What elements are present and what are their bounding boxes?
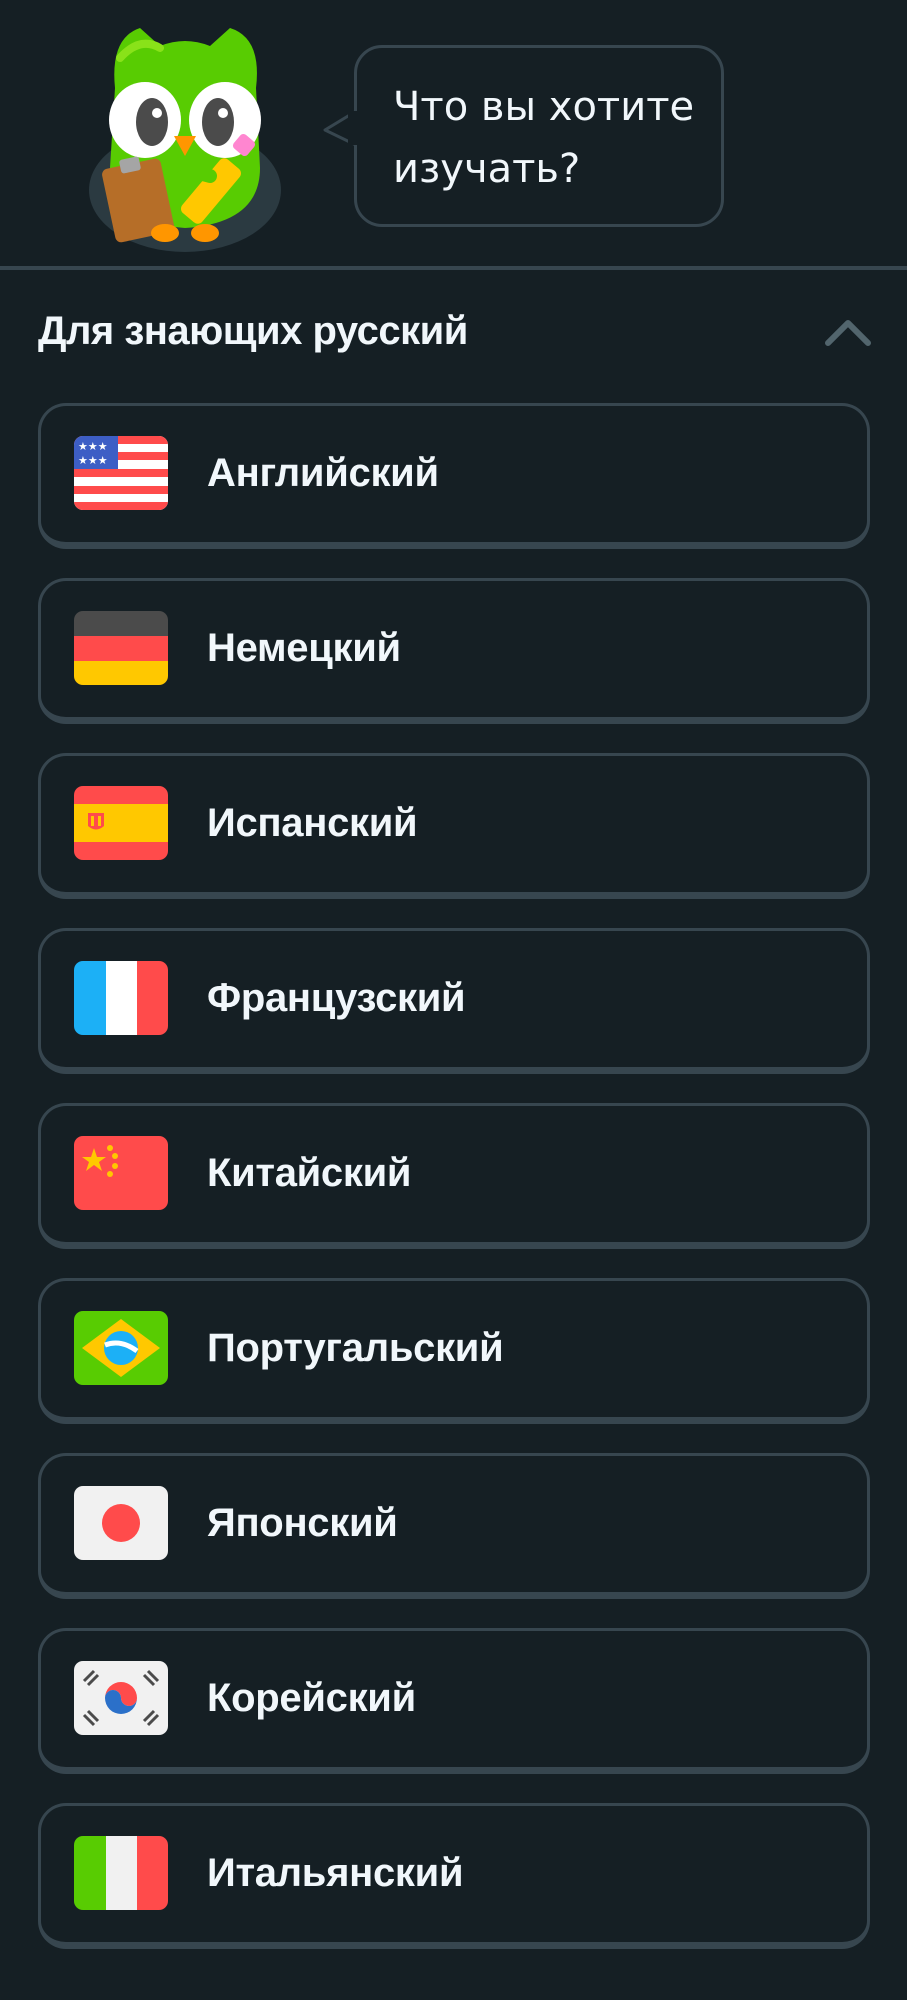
language-option-korean[interactable]: Корейский — [38, 1628, 870, 1774]
language-label: Итальянский — [207, 1851, 464, 1895]
flag-spain-icon — [74, 786, 168, 860]
prompt-question: Что вы хотите изучать? — [393, 76, 703, 200]
language-option-spanish[interactable]: Испанский — [38, 753, 870, 899]
flag-brazil-icon — [74, 1311, 168, 1385]
flag-france-icon — [74, 961, 168, 1035]
prompt-line-2: изучать? — [393, 146, 581, 192]
language-label: Английский — [207, 451, 439, 495]
header: Что вы хотите изучать? — [0, 0, 907, 268]
language-option-portuguese[interactable]: Португальский — [38, 1278, 870, 1424]
header-divider — [0, 266, 907, 270]
flag-korea-icon — [74, 1661, 168, 1735]
language-option-english[interactable]: ★★★ ★★★ Английский — [38, 403, 870, 549]
language-option-japanese[interactable]: Японский — [38, 1453, 870, 1599]
language-option-italian[interactable]: Итальянский — [38, 1803, 870, 1949]
language-label: Французский — [207, 976, 466, 1020]
prompt-line-1: Что вы хотите — [393, 84, 695, 130]
chevron-up-icon — [825, 320, 871, 346]
language-label: Немецкий — [207, 626, 401, 670]
language-option-german[interactable]: Немецкий — [38, 578, 870, 724]
language-label: Японский — [207, 1501, 398, 1545]
flag-china-icon — [74, 1136, 168, 1210]
flag-usa-icon: ★★★ ★★★ — [74, 436, 168, 510]
speech-bubble: Что вы хотите изучать? — [354, 45, 724, 227]
bubble-tail-mask — [348, 111, 358, 145]
language-label: Китайский — [207, 1151, 412, 1195]
flag-japan-icon — [74, 1486, 168, 1560]
language-label: Корейский — [207, 1676, 416, 1720]
language-label: Португальский — [207, 1326, 504, 1370]
collapse-section-button[interactable] — [818, 304, 878, 360]
language-label: Испанский — [207, 801, 418, 845]
flag-italy-icon — [74, 1836, 168, 1910]
section-title: Для знающих русский — [38, 309, 468, 353]
svg-text:★★★: ★★★ — [78, 440, 108, 453]
svg-text:★★★: ★★★ — [78, 454, 108, 467]
flag-germany-icon — [74, 611, 168, 685]
duo-owl-mascot-icon — [89, 28, 281, 252]
language-option-french[interactable]: Французский — [38, 928, 870, 1074]
language-option-chinese[interactable]: Китайский — [38, 1103, 870, 1249]
language-list: ★★★ ★★★ Английский Немецкий Испанский Фр… — [38, 403, 870, 1978]
